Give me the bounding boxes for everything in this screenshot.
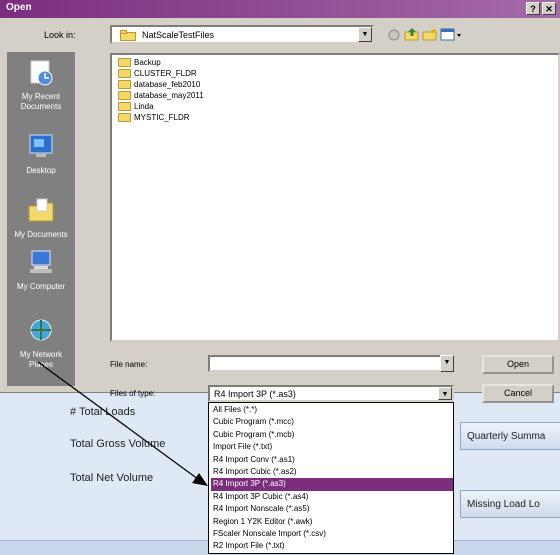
folder-name: CLUSTER_FLDR (134, 69, 197, 78)
file-type-option[interactable]: Import File (*.txt) (211, 441, 453, 453)
file-type-option[interactable]: Cubic Program (*.mcc) (211, 416, 453, 428)
files-of-type-value: R4 Import 3P (*.as3) (214, 389, 296, 399)
folder-icon (118, 102, 131, 112)
file-list[interactable]: Backup CLUSTER_FLDR database_feb2010 dat… (110, 53, 560, 342)
open-button[interactable]: Open (482, 355, 554, 374)
folder-icon (118, 91, 131, 101)
file-name-dropdown-arrow[interactable]: ▼ (440, 355, 454, 372)
missing-load-log-button[interactable]: Missing Load Lo (460, 490, 560, 518)
places-label: My Recent Documents (20, 92, 62, 111)
dialog-titlebar[interactable]: Open ? ✕ (0, 0, 560, 18)
open-file-dialog: Open ? ✕ Look in: NatScaleTestFiles ▼ My… (0, 0, 560, 403)
back-icon[interactable] (386, 27, 402, 42)
chevron-down-icon[interactable]: ▼ (358, 27, 372, 42)
folder-name: database_feb2010 (134, 80, 201, 89)
chevron-down-icon[interactable]: ▼ (438, 387, 452, 400)
file-type-dropdown-list[interactable]: All Files (*.*) Cubic Program (*.mcc) Cu… (208, 402, 454, 554)
close-button[interactable]: ✕ (542, 2, 556, 15)
recent-documents-icon (30, 60, 53, 86)
file-type-option[interactable]: FScaler Nonscale Import (*.csv) (211, 528, 453, 540)
cancel-button[interactable]: Cancel (482, 384, 554, 403)
folder-icon (118, 69, 131, 79)
dialog-title: Open (6, 2, 32, 13)
folder-icon (118, 80, 131, 90)
list-item[interactable]: MYSTIC_FLDR (118, 113, 190, 125)
total-gross-volume-label: Total Gross Volume (70, 438, 166, 450)
places-item-my-documents[interactable]: My Documents (7, 196, 75, 240)
file-type-option[interactable]: Cubic Program (*.mcb) (211, 429, 453, 441)
file-type-option[interactable]: Region 1 Y2K Editor (*.awk) (211, 516, 453, 528)
places-bar: My Recent Documents Desktop My Documents (7, 52, 75, 386)
file-type-option[interactable]: R4 Import 3P Cubic (*.as4) (211, 491, 453, 503)
network-places-icon (30, 319, 52, 341)
total-loads-label: # Total Loads (70, 406, 136, 418)
folder-icon (118, 113, 131, 123)
file-type-option[interactable]: R2 Import File (*.txt) (211, 540, 453, 552)
file-type-option[interactable]: R4 Import Conv (*.as1) (211, 454, 453, 466)
file-name-label: File name: (110, 360, 148, 369)
places-item-network[interactable]: My Network Places (7, 316, 75, 370)
folder-icon (118, 58, 131, 68)
places-label: My Documents (14, 230, 68, 239)
folder-name: MYSTIC_FLDR (134, 113, 190, 122)
look-in-value: NatScaleTestFiles (142, 30, 215, 40)
folder-name: Linda (134, 102, 154, 111)
places-item-recent[interactable]: My Recent Documents (7, 58, 75, 112)
places-label: My Network Places (19, 350, 63, 369)
files-of-type-label: Files of type: (110, 389, 156, 398)
total-net-volume-label: Total Net Volume (70, 472, 154, 484)
folder-name: Backup (134, 58, 161, 67)
look-in-combo[interactable]: NatScaleTestFiles ▼ (110, 25, 374, 44)
quarterly-summary-button[interactable]: Quarterly Summa (460, 422, 560, 450)
folder-name: database_may2011 (134, 91, 204, 100)
views-menu-icon[interactable] (440, 27, 464, 42)
file-type-option[interactable]: All Files (*.*) (211, 404, 453, 416)
folder-icon (120, 30, 136, 41)
my-computer-icon (30, 250, 52, 273)
file-type-option-selected[interactable]: R4 Import 3P (*.as3) (211, 478, 453, 491)
file-name-input[interactable] (208, 355, 454, 372)
places-label: My Computer (16, 282, 65, 291)
up-folder-icon[interactable] (404, 27, 420, 42)
places-label: Desktop (26, 166, 56, 175)
file-type-option[interactable]: R4 Import Nonscale (*.as5) (211, 503, 453, 515)
places-item-desktop[interactable]: Desktop (7, 132, 75, 176)
places-item-my-computer[interactable]: My Computer (7, 248, 75, 292)
help-button[interactable]: ? (526, 2, 540, 15)
look-in-label: Look in: (44, 30, 76, 40)
files-of-type-combo[interactable]: R4 Import 3P (*.as3) ▼ (208, 385, 454, 402)
new-folder-icon[interactable] (422, 27, 438, 42)
desktop-icon (29, 134, 53, 157)
file-type-option[interactable]: R4 Import Cubic (*.as2) (211, 466, 453, 478)
my-documents-icon (28, 198, 54, 222)
